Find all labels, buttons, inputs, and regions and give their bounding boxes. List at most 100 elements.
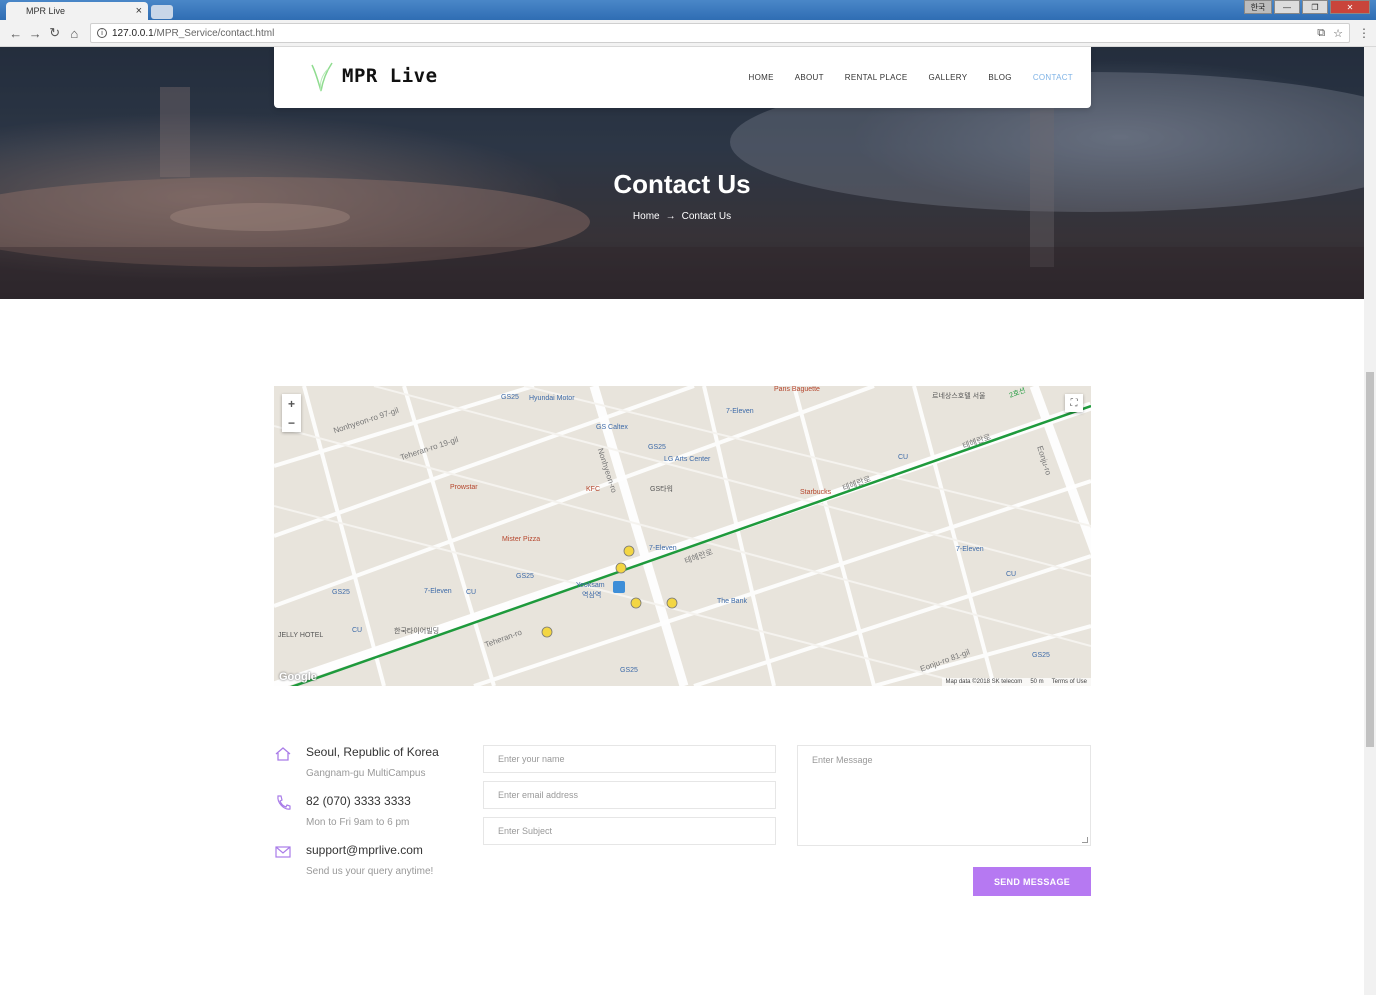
nav-about[interactable]: ABOUT xyxy=(795,73,824,82)
reload-icon[interactable]: ↻ xyxy=(45,25,65,41)
language-button[interactable]: 한국 xyxy=(1244,0,1272,14)
google-map[interactable]: Nonhyeon-ro 97-gil Teheran-ro 19-gil Non… xyxy=(274,386,1091,686)
map-label-gs25-1: GS25 xyxy=(501,394,519,401)
browser-menu-icon[interactable]: ⋮ xyxy=(1358,26,1370,40)
window-controls: 한국 — ❐ ✕ xyxy=(1244,0,1370,14)
map-label-gs25-3: GS25 xyxy=(516,573,534,580)
map-label-cu-3: CU xyxy=(352,627,363,634)
url-path: /MPR_Service/contact.html xyxy=(153,27,275,39)
url-host: 127.0.0.1 xyxy=(112,27,154,39)
nav-contact[interactable]: CONTACT xyxy=(1033,73,1073,82)
tab-title: MPR Live xyxy=(26,6,66,16)
email-input[interactable]: Enter email address xyxy=(483,781,776,809)
map-label-seven-eleven-4: 7-Eleven xyxy=(956,546,984,553)
zoom-out-button[interactable]: − xyxy=(288,416,295,430)
logo-leaf-icon xyxy=(311,62,333,92)
map-label-gs25-2: GS25 xyxy=(648,444,666,451)
map-data-text: Map data ©2018 SK telecom xyxy=(945,679,1023,685)
map-label-jelly-hotel: JELLY HOTEL xyxy=(278,632,324,639)
message-textarea[interactable]: Enter Message xyxy=(797,745,1091,846)
map-label-starbucks: Starbucks xyxy=(800,489,832,496)
arrow-right-icon: → xyxy=(665,211,676,222)
nav-gallery[interactable]: GALLERY xyxy=(929,73,968,82)
maximize-icon[interactable]: ❐ xyxy=(1302,0,1328,14)
site-header: MPR Live HOME ABOUT RENTAL PLACE GALLERY… xyxy=(274,47,1091,108)
map-label-paris: Paris Baguette xyxy=(774,386,820,393)
map-label-mister-pizza: Mister Pizza xyxy=(502,536,541,543)
name-input[interactable]: Enter your name xyxy=(483,745,776,773)
map-label-cu-4: CU xyxy=(1006,571,1017,578)
map-label-gs25-4: GS25 xyxy=(332,589,350,596)
map-label-seven-eleven-3: 7-Eleven xyxy=(424,588,452,595)
browser-toolbar: ← → ↻ ⌂ i 127.0.0.1 /MPR_Service/contact… xyxy=(0,20,1376,47)
zoom-in-button[interactable]: + xyxy=(288,397,295,411)
tab-close-icon[interactable]: × xyxy=(136,5,142,17)
page-title: Contact Us xyxy=(613,169,751,199)
page-scrollbar[interactable] xyxy=(1364,47,1376,995)
minimize-icon[interactable]: — xyxy=(1274,0,1300,14)
close-window-icon[interactable]: ✕ xyxy=(1330,0,1370,14)
map-label-kfc: KFC xyxy=(586,486,600,493)
map-label-cu-1: CU xyxy=(898,454,909,461)
new-tab-button[interactable] xyxy=(151,5,173,19)
forward-icon[interactable]: → xyxy=(26,26,46,41)
address-sub: Gangnam-gu MultiCampus xyxy=(306,768,426,779)
translate-icon[interactable]: ⧉ xyxy=(1317,27,1325,40)
phone-icon xyxy=(277,795,291,810)
email-main: support@mprlive.com xyxy=(306,843,423,857)
breadcrumb-current: Contact Us xyxy=(681,211,732,222)
map-label-seven-eleven-2: 7-Eleven xyxy=(649,545,677,552)
phone-sub: Mon to Fri 9am to 6 pm xyxy=(306,817,410,828)
resize-handle-icon[interactable] xyxy=(1082,837,1088,843)
contact-email: support@mprlive.com Send us your query a… xyxy=(274,843,433,877)
map-label-seven-eleven-1: 7-Eleven xyxy=(726,408,754,415)
message-placeholder: Enter Message xyxy=(812,755,873,765)
contact-phone: 82 (070) 3333 3333 Mon to Fri 9am to 6 p… xyxy=(274,794,411,828)
map-label-hanguk: 한국타이어빌딩 xyxy=(394,628,440,635)
nav-blog[interactable]: BLOG xyxy=(988,73,1011,82)
map-zoom-controls: + − xyxy=(282,394,301,432)
map-label-cu-2: CU xyxy=(466,589,477,596)
google-logo[interactable]: Google xyxy=(279,671,317,683)
breadcrumb-home[interactable]: Home xyxy=(633,211,660,222)
map-attribution: Map data ©2018 SK telecom 50 m Terms of … xyxy=(941,678,1091,686)
send-message-button[interactable]: SEND MESSAGE xyxy=(973,867,1091,896)
browser-titlebar: MPR Live × 한국 — ❐ ✕ xyxy=(0,0,1376,20)
contact-address: Seoul, Republic of Korea Gangnam-gu Mult… xyxy=(274,745,439,779)
breadcrumb: Home → Contact Us xyxy=(0,211,1364,222)
mail-icon xyxy=(275,846,291,858)
nav-home[interactable]: HOME xyxy=(749,73,774,82)
fullscreen-icon[interactable]: ⛶ xyxy=(1065,394,1083,412)
page-viewport: Contact Us Home → Contact Us MPR Live HO… xyxy=(0,47,1364,995)
bookmark-star-icon[interactable]: ☆ xyxy=(1333,27,1343,40)
map-streets xyxy=(274,386,1091,686)
main-nav: HOME ABOUT RENTAL PLACE GALLERY BLOG CON… xyxy=(749,73,1073,82)
map-label-yeoksam: Yeoksam xyxy=(576,582,605,589)
back-icon[interactable]: ← xyxy=(6,26,26,41)
map-label-gs-tower: GS타워 xyxy=(650,486,673,493)
browser-tab[interactable]: MPR Live × xyxy=(6,2,148,20)
address-main: Seoul, Republic of Korea xyxy=(306,745,439,759)
subject-input[interactable]: Enter Subject xyxy=(483,817,776,845)
map-label-prowstar: Prowstar xyxy=(450,484,478,491)
home-icon xyxy=(275,747,291,761)
home-icon[interactable]: ⌂ xyxy=(65,26,85,41)
map-label-hyundai: Hyundai Motor xyxy=(529,395,575,402)
map-label-yeoksam-kr: 역삼역 xyxy=(582,592,602,599)
map-label-lg-arts: LG Arts Center xyxy=(664,456,711,463)
address-bar[interactable]: i 127.0.0.1 /MPR_Service/contact.html ⧉ … xyxy=(90,23,1350,43)
terms-link[interactable]: Terms of Use xyxy=(1052,679,1087,685)
map-label-lotte: 르네상스호텔 서울 xyxy=(932,393,986,400)
site-logo[interactable]: MPR Live xyxy=(308,59,438,93)
map-label-gs-caltex: GS Caltex xyxy=(596,424,628,431)
nav-rental-place[interactable]: RENTAL PLACE xyxy=(845,73,908,82)
map-label-gs25-6: GS25 xyxy=(1032,652,1050,659)
email-sub: Send us your query anytime! xyxy=(306,866,434,877)
map-label-the-bank: The Bank xyxy=(717,598,747,605)
map-label-gs25-5: GS25 xyxy=(620,667,638,674)
info-icon[interactable]: i xyxy=(97,28,107,38)
scrollbar-thumb[interactable] xyxy=(1366,372,1374,747)
logo-text: MPR Live xyxy=(342,65,438,87)
map-scale[interactable]: 50 m xyxy=(1030,679,1043,685)
phone-main: 82 (070) 3333 3333 xyxy=(306,794,411,808)
